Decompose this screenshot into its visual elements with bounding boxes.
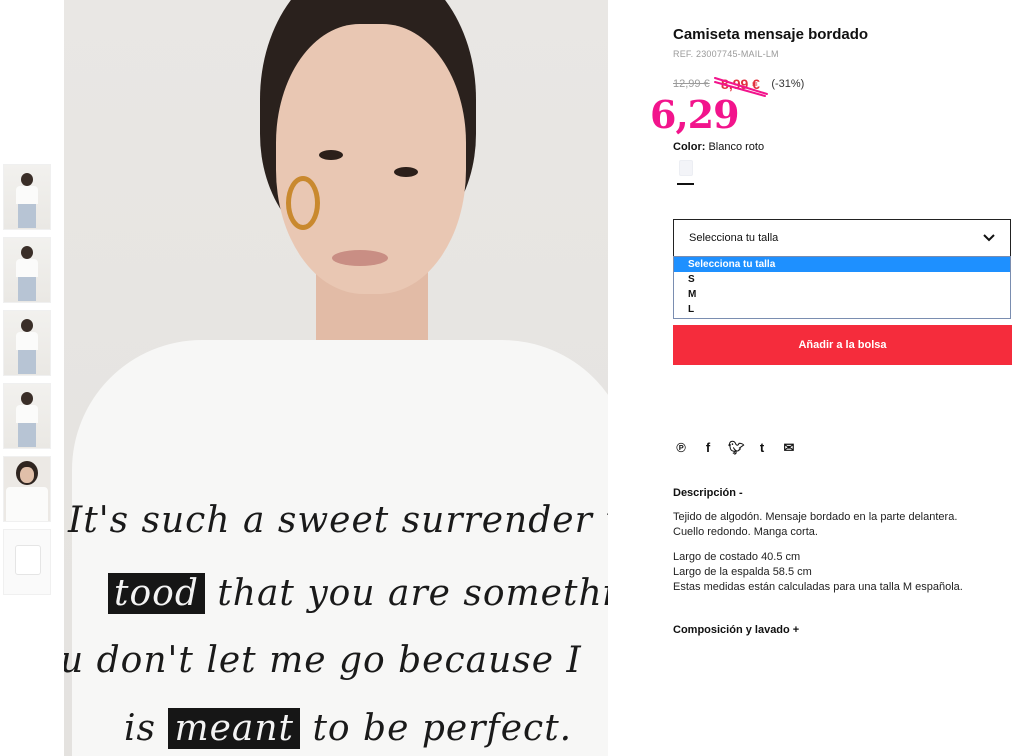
earring xyxy=(286,176,320,230)
thumbnail-1[interactable] xyxy=(3,164,51,230)
chevron-down-icon xyxy=(983,234,995,242)
thumbnail-3[interactable] xyxy=(3,310,51,376)
discount-badge: (-31%) xyxy=(771,78,805,90)
thumbnail-5[interactable] xyxy=(3,456,51,522)
composition-heading[interactable]: Composición y lavado + xyxy=(673,624,799,636)
email-icon[interactable]: ✉ xyxy=(782,440,796,456)
swatch-selected-indicator xyxy=(677,183,694,185)
shirt-patch-tood: tood xyxy=(108,573,205,614)
twitter-icon[interactable]: 🐦︎ xyxy=(728,440,745,456)
main-product-image: It's such a sweet surrender when tood th… xyxy=(64,0,608,756)
handwritten-price: 6,29 xyxy=(650,92,740,137)
pinterest-icon[interactable]: ℗ xyxy=(674,440,688,456)
thumbnail-4[interactable] xyxy=(3,383,51,449)
thumbnail-gallery xyxy=(3,164,51,602)
shirt-text-line2: tood that you are something xyxy=(108,573,608,614)
product-title: Camiseta mensaje bordado xyxy=(673,26,869,43)
description-paragraph-1: Tejido de algodón. Mensaje bordado en la… xyxy=(673,511,958,538)
size-option-s[interactable]: S xyxy=(674,272,1010,287)
product-ref: REF. 23007745-MAIL-LM xyxy=(673,49,779,59)
color-value: Blanco roto xyxy=(708,141,765,153)
color-label: Color: xyxy=(673,141,706,153)
add-to-bag-button[interactable]: Añadir a la bolsa xyxy=(673,325,1012,365)
shirt-text-line3: u don't let me go because I xyxy=(64,640,582,681)
description-heading[interactable]: Descripción - xyxy=(673,487,743,499)
description-paragraph-2: Largo de costado 40.5 cm Largo de la esp… xyxy=(673,551,963,593)
size-option-placeholder[interactable]: Selecciona tu talla xyxy=(674,257,1010,272)
size-option-l[interactable]: L xyxy=(674,302,1010,317)
shirt-text-line1: It's such a sweet surrender when xyxy=(68,500,608,541)
social-share-bar: ℗ f 🐦︎ t ✉ xyxy=(674,440,796,456)
shirt-patch-meant: meant xyxy=(168,708,301,749)
sale-price: 8,99 € xyxy=(721,76,760,92)
old-price: 12,99 € xyxy=(673,78,710,90)
thumbnail-6[interactable] xyxy=(3,529,51,595)
size-select[interactable]: Selecciona tu talla xyxy=(673,219,1011,257)
size-select-label: Selecciona tu talla xyxy=(689,232,779,244)
size-dropdown-list: Selecciona tu talla S M L xyxy=(673,256,1011,319)
color-swatch[interactable] xyxy=(679,160,693,176)
thumbnail-2[interactable] xyxy=(3,237,51,303)
shirt-text-line4: is meant to be perfect. xyxy=(124,708,573,749)
t-shirt xyxy=(72,340,608,756)
size-option-m[interactable]: M xyxy=(674,287,1010,302)
tumblr-icon[interactable]: t xyxy=(755,440,769,456)
facebook-icon[interactable]: f xyxy=(701,440,715,456)
color-row: Color: Blanco roto xyxy=(673,141,764,153)
